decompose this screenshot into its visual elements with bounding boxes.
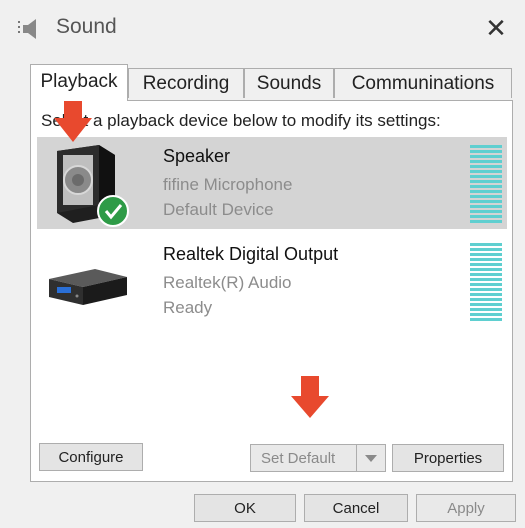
device-row-realtek-digital-output[interactable]: Realtek Digital Output Realtek(R) Audio … [37,235,507,327]
device-description: Realtek(R) Audio [163,273,292,292]
configure-button[interactable]: Configure [39,443,143,471]
properties-button[interactable]: Properties [392,444,504,472]
window-title: Sound [56,15,117,38]
annotation-arrow-icon [291,376,329,418]
set-default-button[interactable]: Set Default [250,444,386,472]
chevron-down-icon[interactable] [356,445,385,471]
cancel-button[interactable]: Cancel [304,494,408,522]
instruction-text: Select a playback device below to modify… [41,111,441,130]
set-default-label: Set Default [261,450,336,467]
title-bar: Sound ✕ [0,0,525,56]
device-name: Realtek Digital Output [163,244,339,264]
level-meter [470,145,502,223]
speaker-icon [18,19,36,39]
device-row-speaker[interactable]: Speaker fifine Microphone Default Device [37,137,507,229]
ok-button[interactable]: OK [194,494,296,522]
level-meter [470,243,502,321]
tab-playback[interactable]: Playback [30,64,128,101]
annotation-arrow-icon [54,96,92,142]
device-description: fifine Microphone [163,175,293,194]
apply-button[interactable]: Apply [416,494,516,522]
device-status: Default Device [163,200,274,219]
speaker-device-icon [57,145,129,227]
tab-sounds[interactable]: Sounds [244,68,334,98]
close-icon[interactable]: ✕ [481,13,511,43]
tab-communinations[interactable]: Communinations [334,68,512,98]
tab-recording[interactable]: Recording [128,68,244,98]
device-status: Ready [163,298,213,317]
digital-output-device-icon [49,269,127,305]
playback-panel: Select a playback device below to modify… [30,100,513,482]
device-name: Speaker [163,146,231,166]
